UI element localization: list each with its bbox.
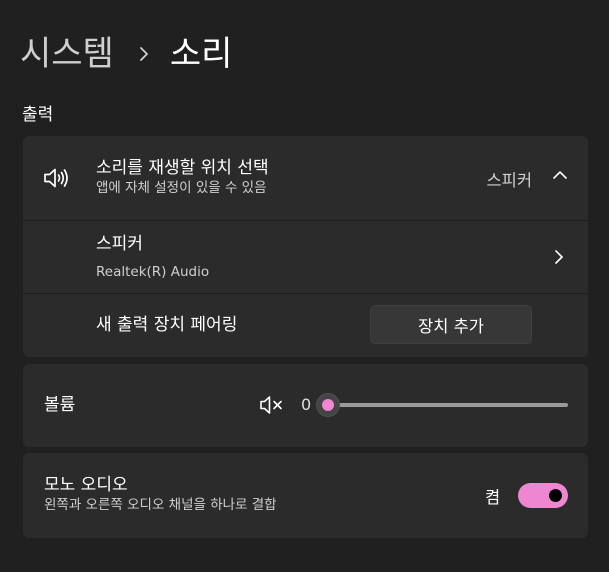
- output-location-value: 스피커: [486, 171, 532, 190]
- mono-audio-toggle-state: 켬: [485, 488, 501, 507]
- volume-slider-thumb[interactable]: [316, 393, 340, 417]
- mono-audio-card: 모노 오디오 왼쪽과 오른쪽 오디오 채널을 하나로 결합 켬: [23, 453, 588, 538]
- volume-card: 볼륨 0: [23, 364, 588, 447]
- volume-value: 0: [301, 395, 312, 414]
- volume-slider-thumb-dot: [322, 399, 334, 411]
- chevron-right-icon: [554, 249, 564, 265]
- page-title: 소리: [169, 34, 233, 74]
- volume-label: 볼륨: [44, 395, 76, 415]
- chevron-right-icon: [138, 45, 150, 63]
- breadcrumb-parent[interactable]: 시스템: [20, 28, 114, 80]
- mono-audio-texts: 모노 오디오 왼쪽과 오른쪽 오디오 채널을 하나로 결합: [44, 474, 277, 515]
- chevron-up-icon[interactable]: [552, 170, 568, 180]
- output-location-texts: 소리를 재생할 위치 선택 앱에 자체 설정이 있을 수 있음: [96, 157, 269, 198]
- pair-new-output-label: 새 출력 장치 페어링: [96, 315, 238, 335]
- output-device-speaker[interactable]: 스피커 Realtek(R) Audio: [23, 221, 588, 293]
- output-device-subtitle: Realtek(R) Audio: [96, 264, 210, 280]
- output-section-label: 출력: [22, 105, 54, 125]
- output-device-title: 스피커: [96, 234, 143, 254]
- pair-new-output-row: 새 출력 장치 페어링 장치 추가: [23, 294, 588, 357]
- breadcrumb: 시스템 소리: [20, 28, 232, 80]
- output-card: 소리를 재생할 위치 선택 앱에 자체 설정이 있을 수 있음 스피커 스피커 …: [23, 136, 588, 357]
- volume-slider-track[interactable]: [328, 403, 568, 407]
- toggle-knob: [549, 489, 562, 502]
- output-location-subtitle: 앱에 자체 설정이 있을 수 있음: [96, 180, 267, 196]
- mono-audio-toggle[interactable]: [518, 483, 568, 508]
- speaker-icon: [43, 166, 71, 190]
- mono-audio-title: 모노 오디오: [44, 475, 128, 495]
- output-device-texts: 스피커 Realtek(R) Audio: [96, 233, 209, 282]
- output-location-title: 소리를 재생할 위치 선택: [96, 158, 269, 178]
- mono-audio-subtitle: 왼쪽과 오른쪽 오디오 채널을 하나로 결합: [44, 497, 277, 513]
- speaker-muted-icon[interactable]: [259, 395, 285, 415]
- output-location-expander[interactable]: 소리를 재생할 위치 선택 앱에 자체 설정이 있을 수 있음 스피커: [23, 136, 588, 220]
- sound-settings-page: 시스템 소리 출력 소리를 재생할 위치 선택 앱에 자체 설정이 있을 수 있…: [0, 0, 609, 572]
- add-device-button[interactable]: 장치 추가: [370, 305, 532, 344]
